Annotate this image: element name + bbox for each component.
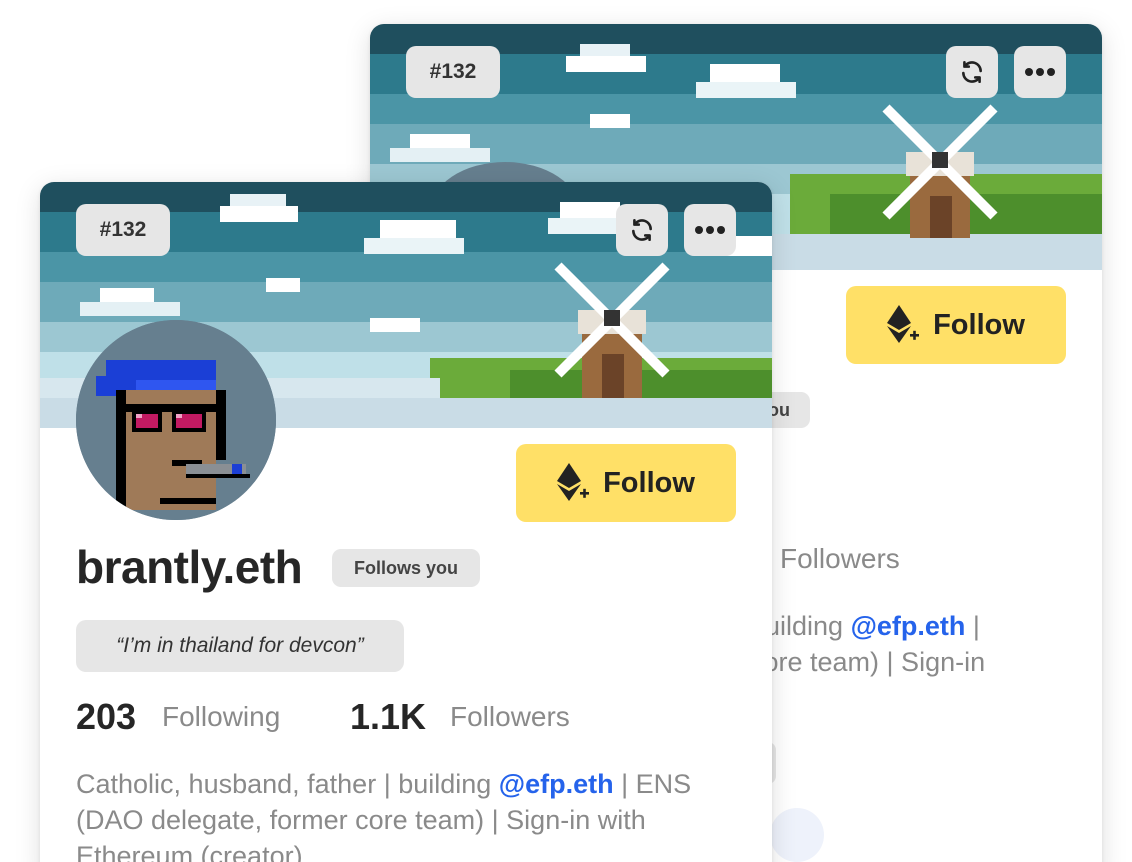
- status-message: “I’m in thailand for devcon”: [76, 620, 404, 672]
- more-icon: [695, 226, 725, 234]
- social-icon-partial: [770, 808, 824, 862]
- ethereum-plus-icon: [557, 463, 590, 501]
- more-options-button[interactable]: [1014, 46, 1066, 98]
- refresh-button[interactable]: [616, 204, 668, 256]
- following-label[interactable]: Following: [162, 701, 280, 733]
- refresh-button[interactable]: [946, 46, 998, 98]
- follow-label: Follow: [603, 466, 695, 499]
- refresh-icon: [962, 60, 982, 84]
- more-icon: [1025, 68, 1055, 76]
- avatar[interactable]: [76, 320, 276, 520]
- followers-count[interactable]: 1.1K: [350, 696, 426, 738]
- follow-button[interactable]: Follow: [516, 444, 736, 522]
- followers-label[interactable]: Followers: [450, 701, 570, 733]
- bio-text: |: [965, 611, 980, 641]
- bio-text: Catholic, husband, father | building: [76, 769, 499, 799]
- efp-mention-link[interactable]: @efp.eth: [499, 769, 614, 799]
- efp-mention-link[interactable]: @efp.eth: [851, 611, 966, 641]
- profile-name: brantly.eth: [76, 541, 303, 593]
- follow-label: Follow: [933, 308, 1025, 341]
- bio-line-1: building @efp.eth |: [750, 608, 1102, 644]
- rank-badge: #132: [76, 204, 170, 256]
- ethereum-plus-icon: [887, 305, 920, 343]
- follow-button[interactable]: Follow: [846, 286, 1066, 364]
- profile-card: #132 Follow brantly.eth Follows you “I’m…: [40, 182, 772, 862]
- following-count[interactable]: 203: [76, 696, 136, 738]
- bio: building @efp.eth | core team) | Sign-in: [750, 608, 1102, 680]
- bio: Catholic, husband, father | building @ef…: [76, 766, 736, 862]
- more-options-button[interactable]: [684, 204, 736, 256]
- punk-avatar-image: [76, 320, 276, 520]
- followers-label: Followers: [780, 543, 900, 574]
- refresh-icon: [632, 218, 652, 242]
- rank-badge: #132: [406, 46, 500, 98]
- bio-line-2: core team) | Sign-in: [750, 647, 986, 677]
- follows-you-badge: Follows you: [332, 549, 480, 587]
